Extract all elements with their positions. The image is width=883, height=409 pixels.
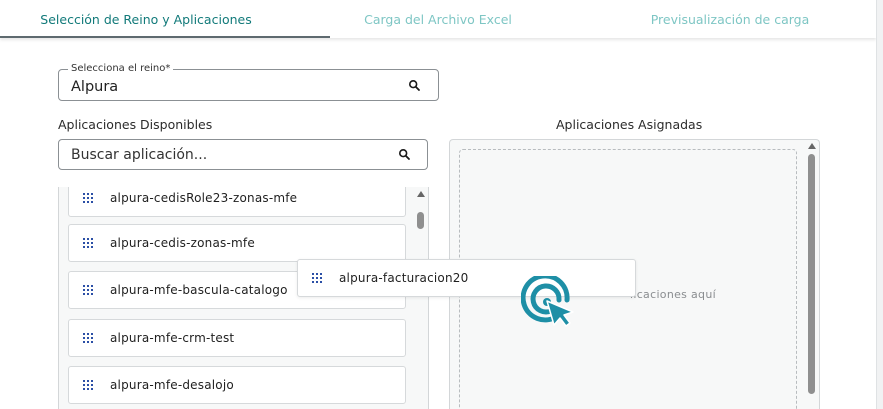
list-item[interactable]: alpura-mfe-desalojo xyxy=(68,366,406,404)
available-apps-title: Aplicaciones Disponibles xyxy=(58,117,213,132)
scroll-up-arrow-icon[interactable] xyxy=(417,191,425,197)
tab-label: Carga del Archivo Excel xyxy=(364,11,512,27)
list-item[interactable]: alpura-cedisRole23-zonas-mfe xyxy=(68,187,406,217)
app-item-label: alpura-cedisRole23-zonas-mfe xyxy=(110,191,298,205)
reino-select-field[interactable]: Selecciona el reino* Alpura xyxy=(58,62,439,101)
tab-carga-excel[interactable]: Carga del Archivo Excel xyxy=(292,0,584,38)
scroll-up-arrow-icon[interactable] xyxy=(808,143,816,149)
app-search-input[interactable]: Buscar aplicación... xyxy=(58,139,428,170)
stepper-tabs: Selección de Reino y Aplicaciones Carga … xyxy=(0,0,876,38)
drag-handle-icon[interactable] xyxy=(83,193,93,203)
app-item-label: alpura-mfe-crm-test xyxy=(110,331,235,345)
assigned-apps-title: Aplicaciones Asignadas xyxy=(556,117,703,132)
app-search-placeholder: Buscar aplicación... xyxy=(71,147,208,163)
search-icon[interactable] xyxy=(408,79,421,92)
tab-label: Selección de Reino y Aplicaciones xyxy=(40,11,252,27)
tab-seleccion-reino[interactable]: Selección de Reino y Aplicaciones xyxy=(0,0,330,38)
available-apps-list[interactable]: alpura-cedisRole23-zonas-mfe alpura-cedi… xyxy=(58,187,429,409)
list-item[interactable]: alpura-mfe-crm-test xyxy=(68,319,406,357)
drag-handle-icon[interactable] xyxy=(83,380,93,390)
reino-field-value: Alpura xyxy=(71,79,119,95)
drag-handle-icon[interactable] xyxy=(312,273,322,283)
available-list-scrollbar[interactable] xyxy=(417,212,424,229)
assigned-panel-scrollbar[interactable] xyxy=(808,154,815,394)
drop-zone-hint: licaciones aquí xyxy=(630,288,716,301)
reino-field-label: Selecciona el reino* xyxy=(68,62,174,76)
click-cursor-icon xyxy=(521,276,577,328)
list-item[interactable]: alpura-cedis-zonas-mfe xyxy=(68,224,406,262)
app-item-label: alpura-mfe-desalojo xyxy=(110,378,234,392)
search-icon[interactable] xyxy=(398,148,411,161)
drag-handle-icon[interactable] xyxy=(83,333,93,343)
tab-previsualizacion[interactable]: Previsualización de carga xyxy=(584,0,876,38)
app-item-label: alpura-cedis-zonas-mfe xyxy=(110,236,255,250)
drag-handle-icon[interactable] xyxy=(83,238,93,248)
drag-handle-icon[interactable] xyxy=(83,285,93,295)
dragging-app-item[interactable]: alpura-facturacion20 xyxy=(297,259,636,297)
page-right-edge xyxy=(876,0,883,409)
tab-label: Previsualización de carga xyxy=(650,11,810,27)
app-item-label: alpura-mfe-bascula-catalogo xyxy=(110,283,288,297)
app-item-label: alpura-facturacion20 xyxy=(339,271,469,285)
